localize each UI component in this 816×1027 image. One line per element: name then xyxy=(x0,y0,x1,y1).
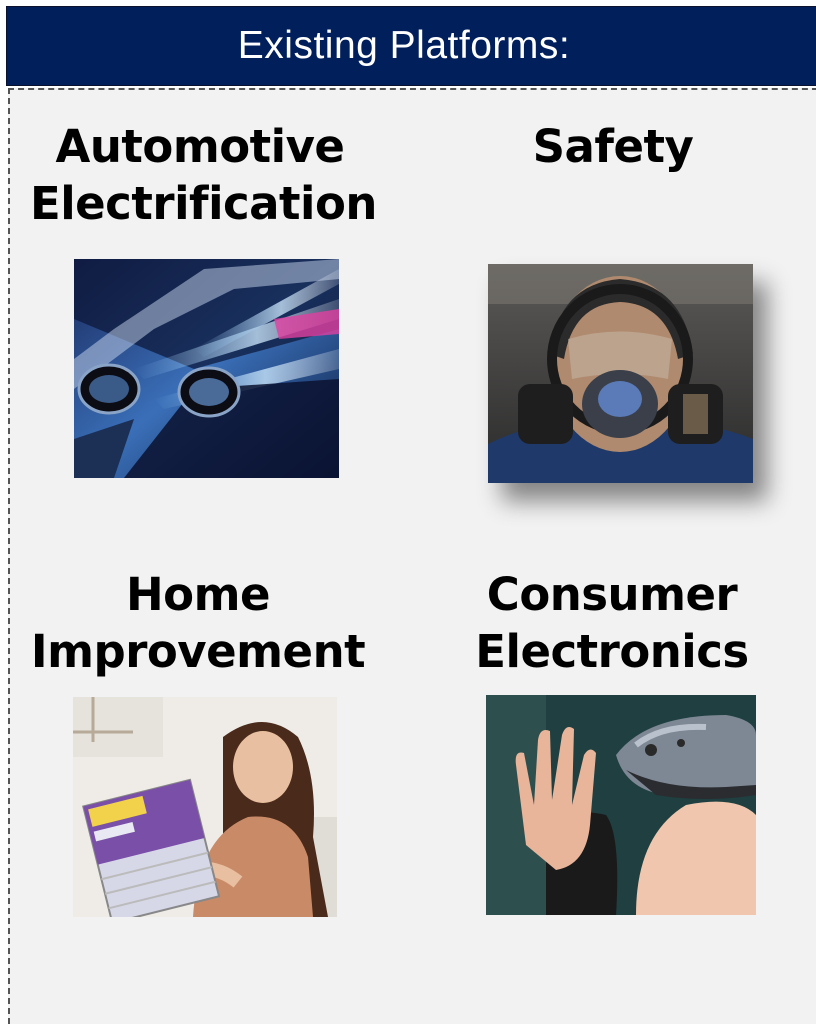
platform-title-consumer-electronics: Consumer Electronics xyxy=(442,566,782,680)
automotive-image xyxy=(74,259,339,478)
platform-title-line: Safety xyxy=(532,120,694,173)
home-improvement-image xyxy=(73,697,337,917)
platform-title-line: Consumer xyxy=(486,568,738,621)
platform-title-safety: Safety xyxy=(443,118,783,175)
section-title: Existing Platforms: xyxy=(237,24,571,67)
platform-title-line: Electronics xyxy=(475,625,749,678)
platform-title-line: Automotive xyxy=(55,120,345,173)
platform-title-line: Electrification xyxy=(30,177,377,230)
safety-image xyxy=(488,264,753,483)
platform-title-automotive: Automotive Electrification xyxy=(30,118,377,232)
platform-title-line: Improvement xyxy=(30,625,366,678)
section-header: Existing Platforms: xyxy=(6,6,816,86)
platform-title-home-improvement: Home Improvement xyxy=(28,566,368,680)
consumer-electronics-image xyxy=(486,695,756,915)
platform-title-line: Home xyxy=(126,568,271,621)
